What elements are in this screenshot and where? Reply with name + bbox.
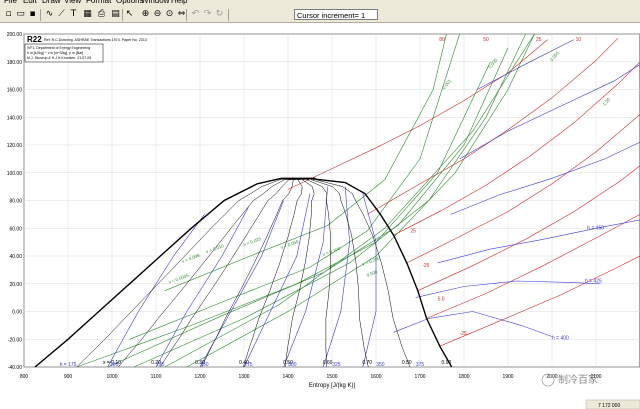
cursor-increment-text: Cursor increment= 1 [297,11,366,20]
menu-options[interactable]: Options [116,0,144,5]
enthalpy-label: 250 [200,362,209,368]
x-tick-label: 1600 [370,374,381,380]
y-tick-label: 60.00 [9,226,22,232]
enthalpy-label: 200 [110,362,119,368]
y-tick-label: 140.00 [7,115,23,121]
zoom-out-icon[interactable]: ⊖ [152,9,163,20]
enthalpy-label: h = 175 [60,362,77,368]
isobar-label: h = 450 [587,226,604,232]
chart-icon[interactable]: ▤ [110,9,121,20]
isotherm-label: 5.0 [438,296,445,302]
y-tick-label: -20.00 [8,337,22,343]
y-tick-label: -40.00 [8,365,22,371]
watermark-text: 制冷百家 [558,373,598,386]
menu-bar: File Edit Draw View Format Options Window Help [0,0,640,8]
toolbar-separator [228,9,229,21]
isotherm-label: -25 [422,263,429,269]
x-tick-label: 1000 [106,374,117,380]
y-tick-label: 40.00 [9,254,22,260]
cursor-icon[interactable]: ↖ [124,9,135,20]
quality-label: 0.80 [402,360,412,366]
menu-help[interactable]: Help [171,0,187,5]
x-tick-label: 1700 [414,374,425,380]
menu-file[interactable]: File [4,0,17,5]
quality-label: 0.90 [442,360,452,366]
save-icon[interactable]: ▪ [27,9,38,20]
enthalpy-label: 350 [376,362,385,368]
isotherm-label: 80 [439,37,445,43]
toolbar-separator [40,9,41,21]
zoom-in-icon[interactable]: ⊕ [140,9,151,20]
x-tick-label: 1200 [194,374,205,380]
x-tick-label: 1400 [282,374,293,380]
toolbar-separator [122,9,123,21]
y-tick-label: 120.00 [7,143,23,149]
isotherm-label: -25 [460,331,467,337]
line-tool-icon[interactable]: ⟋ [56,9,67,20]
info-box-line: IVF1, Department of Energy Engineering [27,46,90,50]
text-tool-icon[interactable]: T [68,9,79,20]
y-tick-label: 100.00 [7,171,23,177]
redo-icon[interactable]: ↷ [202,9,213,20]
quality-label: 0.60 [323,360,333,366]
cursor-increment-field[interactable]: Cursor increment= 1 [294,9,378,20]
toolbar-separator [186,9,187,21]
x-axis-label: Entropy [J/(kg K)] [309,383,356,389]
quality-label: 0.70 [362,360,372,366]
enthalpy-label: 325 [332,362,341,368]
isotherm-label: 10 [576,37,582,43]
isotherm-label: 25 [536,37,542,43]
refresh-icon[interactable]: ↻ [214,9,225,20]
x-tick-label: 800 [20,374,29,380]
enthalpy-label: 275 [244,362,253,368]
x-tick-label: 1800 [458,374,469,380]
x-tick-label: 1300 [238,374,249,380]
info-box-line: h in [kJ/kg] ~ v in [m^3/kg], p in [Bar] [27,51,83,55]
menu-window[interactable]: Window [141,0,169,5]
y-tick-label: 200.00 [7,32,23,38]
curve-tool-icon[interactable]: ∿ [44,9,55,20]
status-value: 7 172 000 [598,403,620,409]
grid-icon[interactable]: ▦ [82,9,93,20]
enthalpy-label: 375 [416,362,425,368]
undo-icon[interactable]: ↶ [190,9,201,20]
x-tick-label: 900 [64,374,73,380]
open-icon[interactable]: ▭ [15,9,26,20]
isobar-label: h = 425 [585,278,602,284]
new-icon[interactable]: ▫ [3,9,14,20]
isotherm-label: 25 [410,228,416,234]
menu-format[interactable]: Format [86,0,111,5]
x-tick-label: 1500 [326,374,337,380]
y-tick-label: 180.00 [7,60,23,66]
chart-title: R22 [27,35,42,44]
zoom-extents-icon[interactable]: ⊙ [164,9,175,20]
x-tick-label: 1900 [502,374,513,380]
y-tick-label: 0.00 [12,310,22,316]
y-tick-label: 20.00 [9,282,22,288]
enthalpy-label: 300 [288,362,297,368]
menu-draw[interactable]: Draw [42,0,61,5]
x-tick-label: 2000 [546,374,557,380]
isotherm-label: 50 [483,37,489,43]
chart-subtitle: Ref: R.C.Downing. ASHRAE Transactions 19… [44,38,147,42]
isobar-label: h = 400 [552,335,569,341]
info-box-line: M.J. Skovrup & H.J.H Knudsen. 21-07-05 [27,56,91,60]
x-tick-label: 1100 [151,374,162,380]
print-icon[interactable]: ⎙ [96,9,107,20]
y-tick-label: 80.00 [9,199,22,205]
menu-edit[interactable]: Edit [23,0,37,5]
y-tick-label: 160.00 [7,88,23,94]
enthalpy-label: 225 [156,362,165,368]
chart-area[interactable]: 200.00180.00160.00140.00120.00100.0080.0… [0,23,640,409]
menu-view[interactable]: View [64,0,81,5]
